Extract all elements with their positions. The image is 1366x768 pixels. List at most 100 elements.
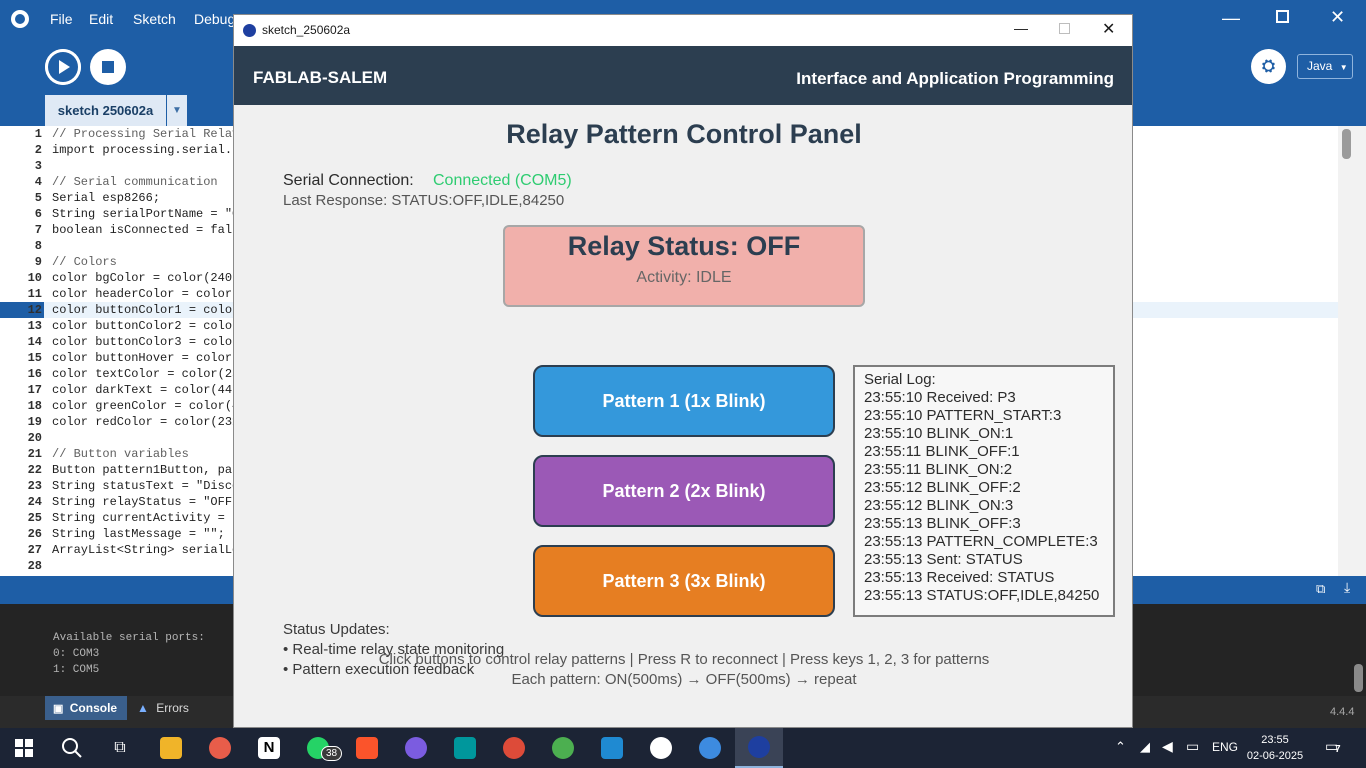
window-close-icon[interactable]: ✕ [1102,19,1115,39]
taskbar-chrome-2[interactable] [539,728,587,768]
code-line: String relayStatus = "OFF" [52,495,240,509]
editor-scrollbar[interactable] [1338,126,1366,576]
menu-sketch[interactable]: Sketch [133,11,176,27]
code-line: String lastMessage = ""; [52,527,225,541]
serial-log-line: 23:55:13 PATTERN_COMPLETE:3 [864,533,1098,550]
errors-tab[interactable]: ▲ Errors [137,701,189,715]
app-icon [243,24,256,37]
window-maximize-icon[interactable] [1059,23,1070,34]
tab-menu-button[interactable]: ▼ [167,95,187,126]
search-button[interactable] [48,728,96,768]
taskbar-github[interactable] [637,728,685,768]
collapse-icon[interactable]: ⤓ [1344,579,1350,596]
code-line: color greenColor = color(4 [52,399,240,413]
serial-log-line: 23:55:12 BLINK_ON:3 [864,497,1014,514]
minimize-icon[interactable]: — [1222,8,1240,29]
line-number: 11 [27,287,42,301]
folder-icon [160,737,182,759]
editor-scroll-thumb[interactable] [1342,129,1351,159]
sketch-icon [748,736,770,758]
serial-log-line: 23:55:10 PATTERN_START:3 [864,407,1062,424]
tab-sketch[interactable]: sketch 250602a [45,95,166,126]
github-icon [650,737,672,759]
line-number: 2 [34,143,42,157]
code-line: String statusText = "Disco [52,479,240,493]
pattern-1-button[interactable]: Pattern 1 (1x Blink) [533,365,835,437]
line-number: 22 [27,463,42,477]
clock[interactable]: 23:55 02-06-2025 [1240,732,1310,764]
chevron-up-icon[interactable]: ⌃ [1115,739,1126,755]
pattern-3-button[interactable]: Pattern 3 (3x Blink) [533,545,835,617]
serial-log-line: 23:55:11 BLINK_OFF:1 [864,443,1020,460]
stop-button[interactable] [90,49,126,85]
line-number: 1 [34,127,42,141]
serial-log-line: 23:55:13 Received: STATUS [864,569,1055,586]
taskbar-sketch[interactable] [735,728,783,768]
console-line: 0: COM3 [53,648,100,660]
windows-logo-icon [15,739,33,757]
menu-edit[interactable]: Edit [89,11,113,27]
window-minimize-icon[interactable]: — [1014,20,1028,36]
line-number: 18 [27,399,42,413]
windows-taskbar: ⧉ N 38 ⌃ ◢ ◀ ▭ ENG 23:55 02-06-2025 ▭ 7 [0,728,1366,768]
taskbar-file-explorer[interactable] [147,728,195,768]
serial-log-line: 23:55:11 BLINK_ON:2 [864,461,1013,478]
taskbar-app-7[interactable] [392,728,440,768]
taskbar-processing[interactable] [686,728,734,768]
line-number: 12 [27,303,42,317]
language-indicator[interactable]: ENG [1212,740,1238,754]
code-line: // Processing Serial Relay [52,127,240,141]
help-text: Click buttons to control relay patterns … [378,651,990,668]
code-line: Button pattern1Button, pat [52,463,240,477]
line-number: 24 [27,495,42,509]
code-line: color buttonColor2 = color [52,319,240,333]
copy-icon[interactable]: ⧉ [1316,581,1325,597]
line-number: 4 [34,175,42,189]
taskbar-whatsapp[interactable]: 38 [294,728,343,768]
run-button[interactable] [45,49,81,85]
debugger-button[interactable]: ⛭ [1251,49,1286,84]
processing-logo-icon [11,10,29,28]
mode-selector[interactable]: Java ▼ [1297,54,1353,79]
network-icon[interactable]: ◢ [1140,739,1150,755]
code-line: // Colors [52,255,117,269]
code-line: String currentActivity = " [52,511,240,525]
clock-time: 23:55 [1261,734,1289,746]
pattern-info-text: Each pattern: ON(500ms) → OFF(500ms) → r… [511,671,857,688]
activity-text: Activity: IDLE [636,269,732,286]
task-view-button[interactable]: ⧉ [96,728,144,768]
whatsapp-badge: 38 [321,746,343,761]
play-icon [45,49,81,85]
notification-center[interactable]: ▭ 7 [1325,738,1345,756]
relay-status-box: Relay Status: OFF Activity: IDLE [503,225,865,307]
volume-icon[interactable]: ◀ [1162,738,1173,755]
code-line: color bgColor = color(240, [52,271,240,285]
pattern-2-button[interactable]: Pattern 2 (2x Blink) [533,455,835,527]
taskbar-notion[interactable]: N [245,728,293,768]
serial-connection-value: Connected (COM5) [433,172,572,189]
start-button[interactable] [0,728,48,768]
close-icon[interactable]: ✕ [1330,7,1345,28]
code-line: import processing.serial.* [52,143,240,157]
menu-file[interactable]: File [50,11,73,27]
code-line: boolean isConnected = fals [52,223,240,237]
panel-title: Relay Pattern Control Panel [506,119,862,149]
restore-icon[interactable] [1276,10,1289,23]
taskbar-brave[interactable] [343,728,391,768]
notion-icon: N [258,737,280,759]
taskbar-app-2[interactable] [196,728,244,768]
code-line: color headerColor = color( [52,287,240,301]
taskbar-vscode[interactable] [588,728,636,768]
taskbar-arduino[interactable] [441,728,489,768]
header-subtitle: Interface and Application Programming [796,69,1114,88]
code-line: ArrayList<String> serialLo [52,543,240,557]
battery-icon[interactable]: ▭ [1186,738,1199,755]
line-number: 15 [27,351,42,365]
chrome-icon [552,737,574,759]
console-tab[interactable]: ▣ Console [45,696,127,720]
serial-log-line: 23:55:13 STATUS:OFF,IDLE,84250 [864,587,1100,604]
taskbar-chrome[interactable] [490,728,538,768]
console-scroll-thumb[interactable] [1354,664,1363,692]
serial-log-title: Serial Log: [864,371,936,388]
menu-debug[interactable]: Debug [194,11,235,27]
